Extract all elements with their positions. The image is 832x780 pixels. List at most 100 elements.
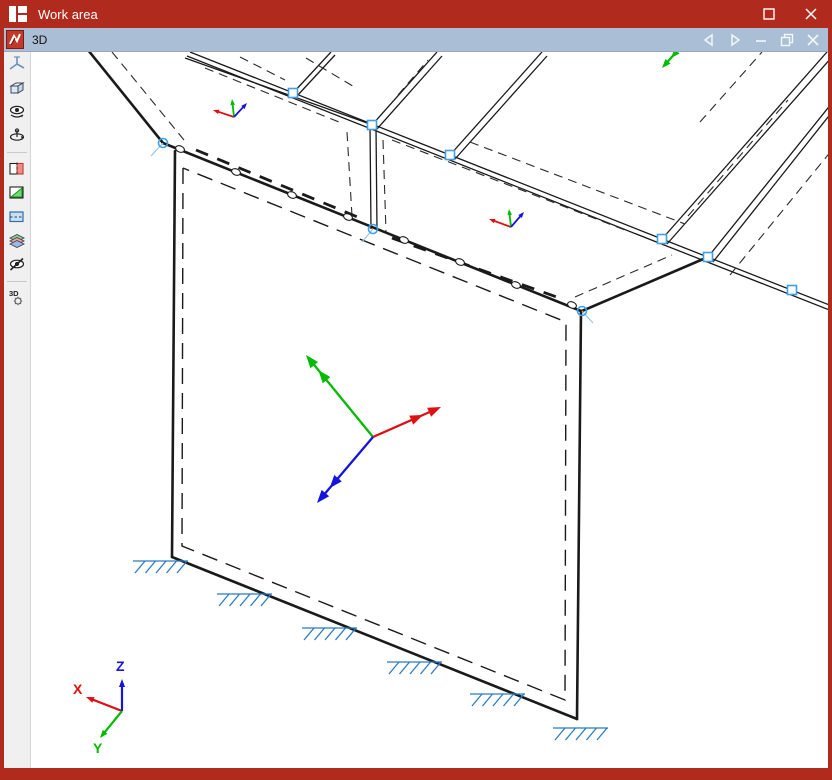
model-svg: X Y Z xyxy=(73,52,828,756)
global-axes: X Y Z xyxy=(73,658,126,756)
support-hatch xyxy=(586,727,597,741)
model-line[interactable] xyxy=(375,126,378,232)
node-marker-square[interactable] xyxy=(656,233,668,245)
support-hatch xyxy=(155,560,167,574)
model-line[interactable] xyxy=(184,57,371,125)
model-line[interactable] xyxy=(712,112,828,263)
tool-view-mode[interactable] xyxy=(4,100,30,124)
node-marker-square[interactable] xyxy=(287,87,299,99)
support-hatch xyxy=(503,693,514,707)
tool-rotate-view[interactable] xyxy=(4,124,30,148)
axes-tripod-icon xyxy=(9,56,25,70)
support-hatch xyxy=(575,727,587,741)
eye-rotate-icon xyxy=(9,105,25,118)
model-line[interactable] xyxy=(204,67,345,125)
gear-3d-icon: 3D xyxy=(9,289,23,306)
model-line[interactable] xyxy=(580,255,710,313)
model-line[interactable] xyxy=(454,55,548,160)
support-hatch xyxy=(303,627,315,641)
support-hatch xyxy=(166,560,177,574)
tool-3d-settings[interactable]: 3D xyxy=(4,286,30,310)
node-marker-square[interactable] xyxy=(444,149,456,161)
model-line[interactable] xyxy=(391,139,631,233)
model-line[interactable] xyxy=(170,555,579,721)
line-hinge-symbol[interactable] xyxy=(399,235,410,244)
model-line[interactable] xyxy=(296,54,336,97)
model-line[interactable] xyxy=(87,52,165,145)
model-line[interactable] xyxy=(449,52,543,156)
model-line[interactable] xyxy=(292,52,332,94)
support-hatch xyxy=(324,627,336,641)
support-hatch xyxy=(471,693,483,707)
orbit-icon xyxy=(9,128,25,141)
model-line[interactable] xyxy=(376,55,443,130)
toolbar-separator xyxy=(7,152,27,153)
support-hatch xyxy=(420,661,431,675)
tool-layers[interactable] xyxy=(4,229,30,253)
support-hatch xyxy=(145,560,156,574)
close-icon xyxy=(807,33,819,46)
tool-hide-objects[interactable] xyxy=(4,253,30,277)
model-line[interactable] xyxy=(189,52,663,240)
minimize-icon xyxy=(756,39,766,42)
model-line[interactable] xyxy=(666,57,828,245)
view-toolbar: 3D xyxy=(4,52,31,768)
support-hatch xyxy=(134,560,146,574)
node-marker-square[interactable] xyxy=(366,119,378,131)
model-line[interactable] xyxy=(687,99,789,217)
cube-icon xyxy=(9,82,25,94)
close-button[interactable] xyxy=(790,0,832,28)
model-line[interactable] xyxy=(699,52,763,123)
titlebar[interactable]: Work area xyxy=(0,0,832,28)
line-hinge-symbol[interactable] xyxy=(287,190,298,199)
view-tabbar[interactable]: 3D xyxy=(4,28,828,52)
svg-text:3D: 3D xyxy=(9,289,19,298)
tool-display-properties[interactable] xyxy=(4,181,30,205)
eye-off-icon xyxy=(9,257,25,271)
model-line[interactable] xyxy=(305,57,357,89)
load-arrow[interactable] xyxy=(662,52,680,68)
model-line[interactable] xyxy=(346,131,353,217)
node-marker-square[interactable] xyxy=(786,284,798,296)
section-icon xyxy=(9,162,24,176)
view-controls xyxy=(696,29,826,51)
model-line[interactable] xyxy=(574,254,673,298)
support-hatch xyxy=(409,661,421,675)
model-line[interactable] xyxy=(661,238,828,306)
axes-triad xyxy=(213,99,247,118)
window-controls xyxy=(748,0,832,28)
minimize-view-button[interactable] xyxy=(748,29,774,51)
tool-show-rendering[interactable] xyxy=(4,76,30,100)
model-lines[interactable] xyxy=(87,52,828,721)
model-line[interactable] xyxy=(382,139,387,233)
model-line[interactable] xyxy=(239,56,286,81)
nodal-supports[interactable] xyxy=(133,560,608,741)
node-marker-square[interactable] xyxy=(702,251,714,263)
maximize-button[interactable] xyxy=(748,0,790,28)
model-line[interactable] xyxy=(371,52,438,126)
tool-work-plane[interactable] xyxy=(4,205,30,229)
model-line[interactable] xyxy=(369,124,372,230)
model-line[interactable] xyxy=(170,149,177,559)
tool-section-plane[interactable] xyxy=(4,157,30,181)
next-view-button[interactable] xyxy=(722,29,748,51)
model-line[interactable] xyxy=(111,52,185,141)
model-line[interactable] xyxy=(195,148,361,220)
viewport-canvas[interactable]: X Y Z xyxy=(31,52,828,768)
node-markers[interactable] xyxy=(150,87,798,324)
node-tick xyxy=(150,142,164,157)
model-line[interactable] xyxy=(707,103,828,258)
restore-view-button[interactable] xyxy=(774,29,800,51)
support-hatch xyxy=(229,593,240,607)
3d-view-icon xyxy=(6,30,24,49)
support-hatch xyxy=(250,593,261,607)
previous-view-button[interactable] xyxy=(696,29,722,51)
model-line[interactable] xyxy=(575,309,583,721)
close-view-button[interactable] xyxy=(800,29,826,51)
triangle-right-icon xyxy=(731,33,741,46)
model-outline[interactable] xyxy=(181,167,567,702)
axis-label-y: Y xyxy=(93,740,103,756)
node-tick xyxy=(361,228,374,243)
model-line[interactable] xyxy=(658,242,828,311)
tool-isometric-view[interactable] xyxy=(4,52,30,76)
